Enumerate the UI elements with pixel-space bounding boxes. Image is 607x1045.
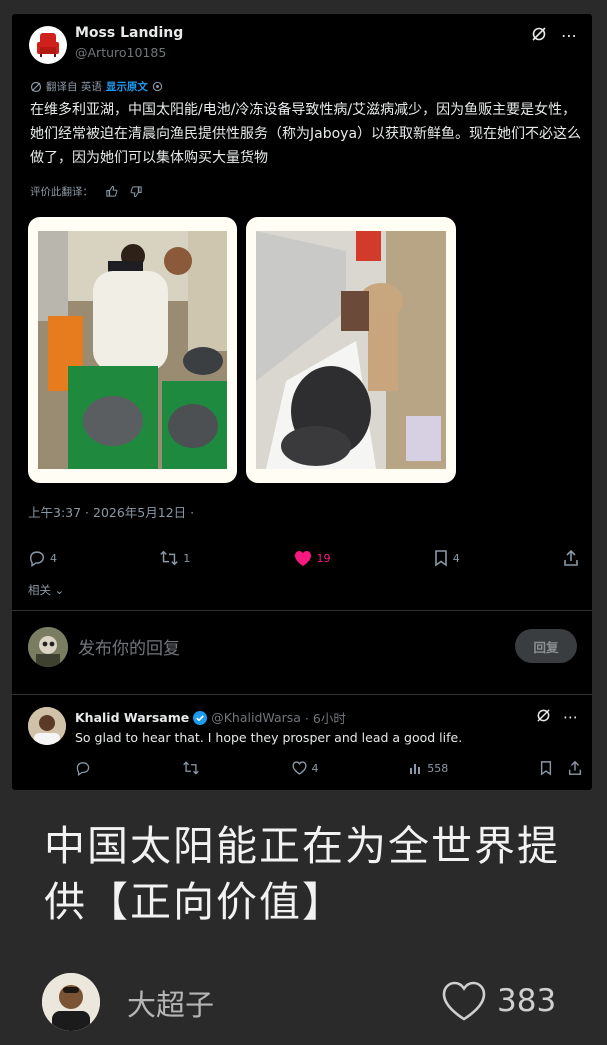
grok-icon[interactable]: [530, 26, 548, 46]
rate-translation: 评价此翻译：: [30, 184, 143, 199]
retweet-action[interactable]: 1: [159, 549, 190, 567]
retweet-count: 1: [183, 551, 191, 565]
grok-icon[interactable]: [536, 708, 551, 727]
comment-views[interactable]: 558: [409, 761, 448, 775]
photo-fish-crates[interactable]: [28, 217, 237, 483]
tweet-body: 在维多利亚湖，中国太阳能/电池/冷冻设备导致性病/艾滋病减少，因为鱼贩主要是女性…: [30, 102, 582, 166]
thumbs-down-icon[interactable]: [130, 185, 143, 198]
like-action[interactable]: 19: [293, 549, 331, 567]
related-dropdown[interactable]: 相关 ⌄: [28, 582, 64, 598]
more-options-icon[interactable]: ⋯: [560, 26, 578, 46]
rate-translation-label: 评价此翻译：: [30, 186, 93, 198]
tweet-actions: 4 1 19 4: [28, 549, 580, 567]
comment-text: So glad to hear that. I hope they prospe…: [75, 730, 463, 745]
comment-reply-action[interactable]: [75, 760, 91, 776]
bookmark-icon[interactable]: [539, 760, 553, 776]
post-like-count: 383: [497, 983, 557, 1019]
comment-header: Khalid Warsame @KhalidWarsa · 6小时: [75, 708, 346, 727]
heart-icon: [291, 761, 307, 775]
divider: [12, 694, 592, 695]
commenter-name[interactable]: Khalid Warsame: [75, 710, 189, 725]
current-user-avatar[interactable]: [28, 627, 68, 667]
views-icon: [410, 764, 421, 774]
heart-filled-icon: [294, 551, 311, 566]
share-action[interactable]: [562, 549, 580, 567]
share-icon: [564, 549, 578, 566]
comment-retweet-action[interactable]: [182, 760, 200, 776]
retweet-icon: [160, 550, 178, 566]
tweet-timestamp[interactable]: 上午3:37 · 2026年5月12日 ·: [28, 502, 194, 521]
comment-like-action[interactable]: 4: [291, 760, 319, 776]
tweet-screenshot: Moss Landing @Arturo10185 ⋯ 翻译自 英语 显示原文 …: [12, 14, 592, 790]
translation-notice: 翻译自 英语 显示原文: [30, 79, 163, 94]
related-label: 相关: [28, 583, 51, 597]
reply-icon: [29, 551, 45, 567]
commenter-handle[interactable]: @KhalidWarsa: [211, 710, 301, 725]
comment-extra-actions: [539, 760, 583, 776]
comment-time: · 6小时: [304, 711, 346, 726]
retweet-icon: [182, 761, 199, 775]
poster-avatar[interactable]: [42, 973, 100, 1031]
bookmark-icon: [434, 550, 447, 567]
photo-fish-freezer[interactable]: [246, 217, 456, 483]
show-original-link[interactable]: 显示原文: [106, 79, 148, 94]
reply-count: 4: [50, 551, 57, 565]
reply-button[interactable]: 回复: [515, 629, 577, 663]
settings-icon[interactable]: [152, 81, 163, 92]
author-handle[interactable]: @Arturo10185: [75, 45, 166, 60]
reply-input[interactable]: 发布你的回复: [78, 634, 180, 659]
comment-view-count: 558: [427, 761, 449, 775]
chevron-down-icon: ⌄: [54, 583, 65, 597]
thumbs-up-icon[interactable]: [105, 185, 118, 198]
heart-icon: [442, 981, 486, 1021]
author-avatar[interactable]: [29, 26, 67, 64]
bookmark-action[interactable]: 4: [433, 549, 460, 567]
like-count: 19: [316, 551, 331, 565]
armchair-icon: [37, 33, 59, 57]
verified-badge-icon: [193, 710, 208, 725]
commenter-avatar[interactable]: [28, 707, 66, 745]
poster-name[interactable]: 大超子: [127, 982, 214, 1024]
post-like-action[interactable]: 383: [441, 980, 556, 1022]
translate-icon: [30, 81, 42, 92]
divider: [12, 610, 592, 611]
more-options-icon[interactable]: ⋯: [563, 708, 578, 727]
translate-source: 翻译自 英语: [46, 81, 102, 93]
bookmark-count: 4: [452, 551, 460, 565]
post-caption: 中国太阳能正在为全世界提供【正向价值】: [44, 822, 560, 926]
reply-icon: [76, 762, 90, 776]
reply-action[interactable]: 4: [28, 549, 57, 567]
comment-actions: 4 558: [75, 760, 583, 776]
share-icon[interactable]: [567, 760, 583, 776]
comment-like-count: 4: [311, 761, 319, 775]
author-name[interactable]: Moss Landing: [75, 25, 183, 41]
